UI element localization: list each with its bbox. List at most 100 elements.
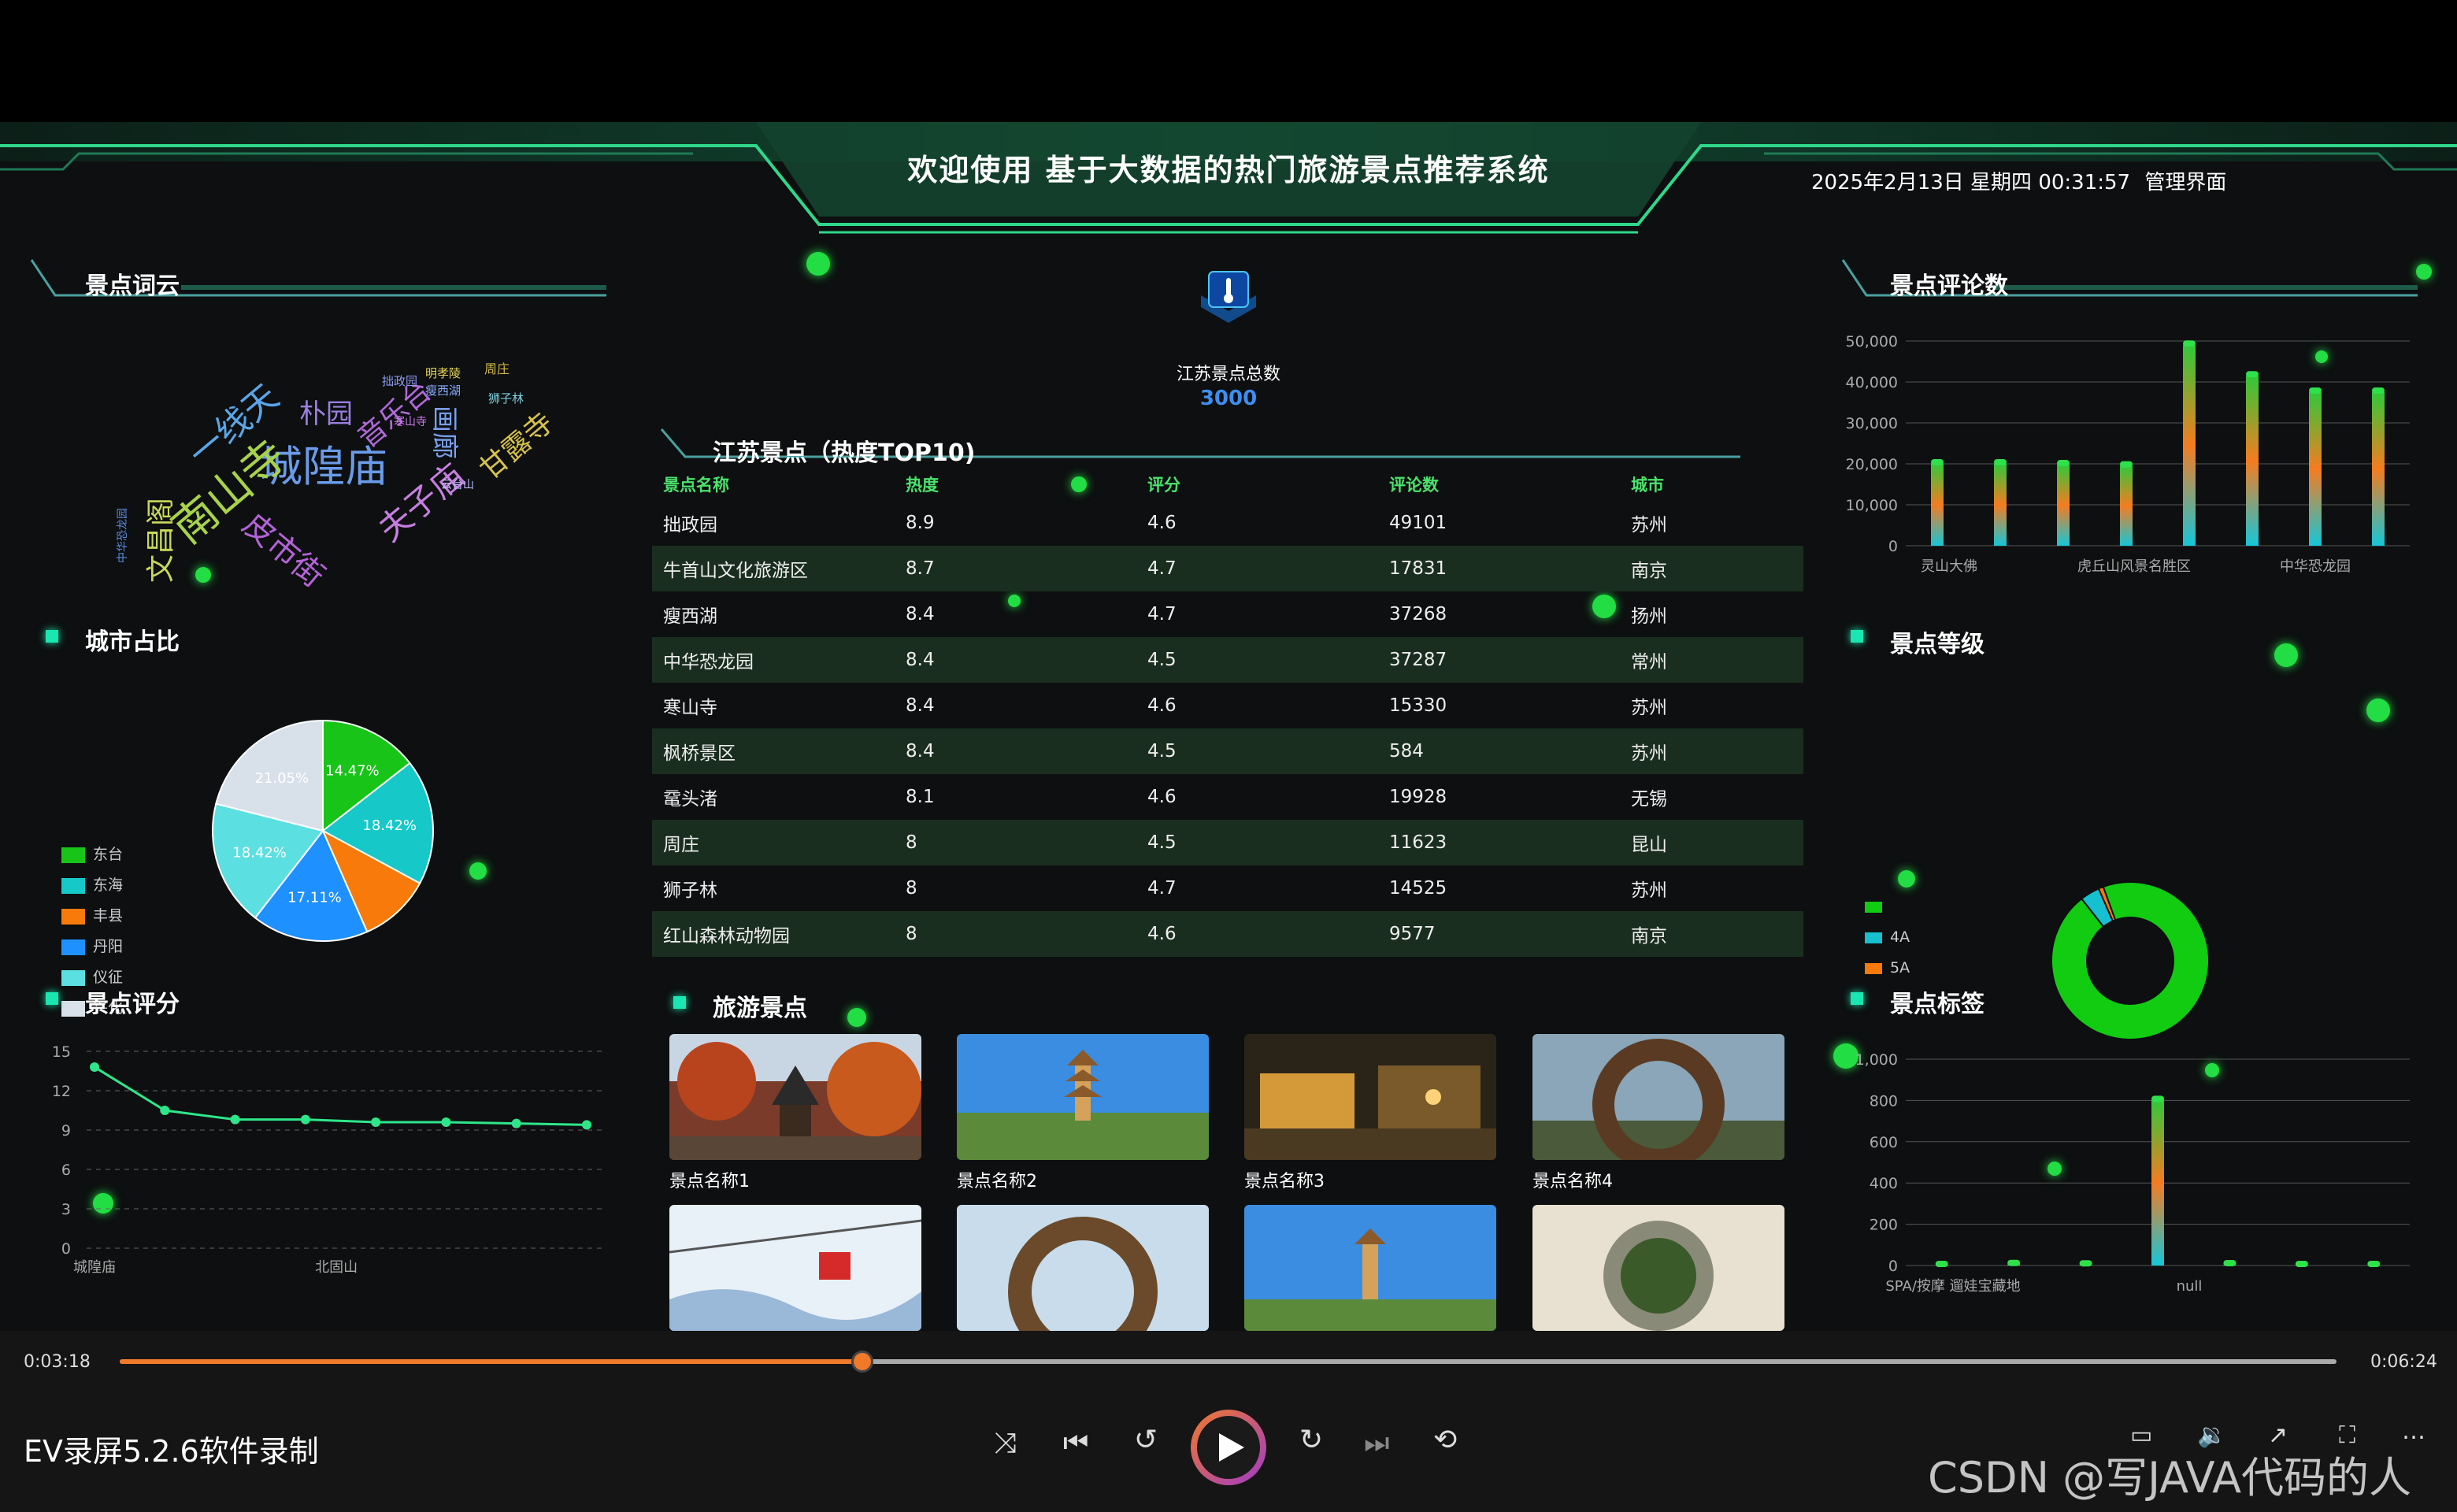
scenic-photo-pagoda[interactable] (957, 1034, 1209, 1160)
table-cell: 8 (906, 878, 917, 899)
legend-item[interactable] (1865, 898, 1890, 915)
page-title: 欢迎使用 基于大数据的热门旅游景点推荐系统 (907, 153, 1550, 187)
table-cell: 8 (895, 911, 1136, 957)
legend-item[interactable]: 4A (1865, 928, 1910, 946)
pie-label: 17.11% (287, 889, 342, 906)
legend-swatch (1865, 901, 1882, 913)
table-row[interactable]: 中华恐龙园 8.4 4.5 37287 常州 (652, 637, 1803, 683)
table-row[interactable]: 拙政园 8.9 4.6 49101 苏州 (652, 500, 1803, 546)
video-player-bar: 0:03:18 0:06:24 EV录屏5.2.6软件录制 ⤨ ⏮ ↺ ↻ ⏭ … (0, 1331, 2457, 1512)
kpi-label: 江苏景点总数 (1176, 365, 1280, 384)
y-tick-label: 3 (61, 1201, 71, 1218)
forward-30-icon[interactable]: ↻ (1299, 1424, 1323, 1456)
y-tick-label: 9 (61, 1122, 71, 1140)
x-tick-label: 城隍庙 (73, 1259, 116, 1276)
table-cell: 9577 (1378, 911, 1620, 957)
table-cell: 枫桥景区 (652, 728, 895, 774)
legend-swatch (61, 939, 85, 955)
table-row[interactable]: 牛首山文化旅游区 8.7 4.7 17831 南京 (652, 546, 1803, 591)
word: 朴园 (299, 398, 353, 430)
bar-cap (2295, 1261, 2308, 1267)
x-tick-label: SPA/按摩 遛娃宝藏地 (1885, 1278, 2020, 1295)
word: 瘦西湖 (425, 384, 461, 398)
play-icon (1219, 1433, 1244, 1462)
bar-cap (1994, 459, 2007, 465)
x-tick-label: 北固山 (315, 1259, 358, 1276)
bar (2372, 392, 2385, 546)
scenic-photo-pavilion[interactable] (669, 1034, 921, 1160)
word: 皮市街 (235, 506, 332, 595)
scenic-photo-cable-car[interactable] (669, 1205, 921, 1331)
level-donut-chart (2051, 881, 2210, 1040)
rewind-10-icon[interactable]: ↺ (1134, 1424, 1158, 1456)
glow-dot (2366, 699, 2390, 722)
admin-link[interactable]: 管理界面 (2144, 171, 2226, 195)
table-row[interactable]: 狮子林 8 4.7 14525 苏州 (652, 865, 1803, 911)
app-label: EV录屏5.2.6软件录制 (24, 1434, 319, 1469)
y-tick-label: 50,000 (1846, 333, 1898, 350)
legend-item[interactable]: 东台 (61, 843, 123, 864)
y-tick-label: 0 (1888, 1258, 1898, 1275)
scenic-photo-moon-gate[interactable] (1532, 1205, 1784, 1331)
table-cell: 4.7 (1147, 604, 1177, 624)
word: 画廊 (428, 406, 460, 459)
legend-item[interactable]: 5A (1865, 959, 1910, 976)
gallery-title: 旅游景点 (713, 995, 807, 1022)
legend-label: 4A (1890, 928, 1910, 946)
repeat-off-icon[interactable]: ⟲ (1433, 1424, 1457, 1456)
table-row[interactable]: 寒山寺 8.4 4.6 15330 苏州 (652, 683, 1803, 728)
word: 周庄 (484, 361, 510, 376)
y-tick-label: 600 (1870, 1134, 1898, 1151)
skip-next-icon[interactable]: ⏭ (1364, 1427, 1389, 1460)
word: 狮子林 (488, 391, 524, 406)
table-cell: 8.4 (906, 695, 935, 716)
bar-cap (2057, 460, 2070, 467)
legend-item[interactable]: 东海 (61, 873, 123, 895)
shuffle-icon[interactable]: ⤨ (994, 1427, 1017, 1460)
rating-point (230, 1114, 240, 1125)
table-cell: 红山森林动物园 (652, 911, 895, 957)
rating-point (300, 1114, 310, 1125)
table-row[interactable]: 枫桥景区 8.4 4.5 584 苏州 (652, 728, 1803, 774)
scenic-photo-nest-arch-2[interactable] (957, 1205, 1209, 1331)
progress-handle[interactable] (851, 1351, 874, 1373)
legend-swatch (61, 908, 85, 925)
rating-point (441, 1117, 451, 1127)
table-cell: 17831 (1378, 546, 1620, 591)
table-row[interactable]: 瘦西湖 8.4 4.7 37268 扬州 (652, 591, 1803, 637)
table-cell: 南京 (1620, 911, 1803, 957)
legend-label: 东海 (93, 876, 124, 894)
bar-cap (2183, 340, 2196, 347)
x-tick-label: 中华恐龙园 (2280, 558, 2351, 575)
skip-previous-icon[interactable]: ⏮ (1063, 1427, 1088, 1460)
col-header: 评分 (1147, 476, 1180, 495)
scenic-photo-nest-arch[interactable] (1532, 1034, 1784, 1160)
y-tick-label: 10,000 (1846, 497, 1898, 514)
table-cell: 常州 (1620, 637, 1803, 683)
legend-label: 5A (1890, 959, 1910, 976)
table-row[interactable]: 红山森林动物园 8 4.6 9577 南京 (652, 911, 1803, 957)
pie-label: 21.05% (254, 770, 309, 787)
legend-item[interactable]: 丰县 (61, 904, 123, 925)
legend-label: 丹阳 (93, 938, 124, 955)
legend-item[interactable]: 丹阳 (61, 935, 123, 956)
bar (2057, 465, 2070, 546)
more-icon[interactable]: … (2402, 1418, 2426, 1445)
table-cell: 狮子林 (663, 880, 717, 901)
scenic-photo-pagoda-2[interactable] (1244, 1205, 1496, 1331)
watermark: CSDN @写JAVA代码的人 (1928, 1453, 2412, 1503)
legend-item[interactable]: 仪征 (61, 965, 123, 987)
col-header: 景点名称 (663, 476, 729, 495)
table-row[interactable]: 鼋头渚 8.1 4.6 19928 无锡 (652, 774, 1803, 820)
col-header: 城市 (1631, 476, 1664, 495)
y-tick-label: 20,000 (1846, 456, 1898, 473)
glow-dot (1898, 870, 1915, 888)
word: 寒山寺 (394, 416, 427, 428)
scenic-photo-night-street[interactable] (1244, 1034, 1496, 1160)
table-row[interactable]: 周庄 8 4.5 11623 昆山 (652, 820, 1803, 865)
table-cell: 584 (1378, 728, 1620, 774)
play-button[interactable] (1191, 1410, 1266, 1485)
y-tick-label: 0 (61, 1240, 71, 1258)
rating-point (511, 1118, 521, 1128)
bar (1994, 464, 2007, 546)
